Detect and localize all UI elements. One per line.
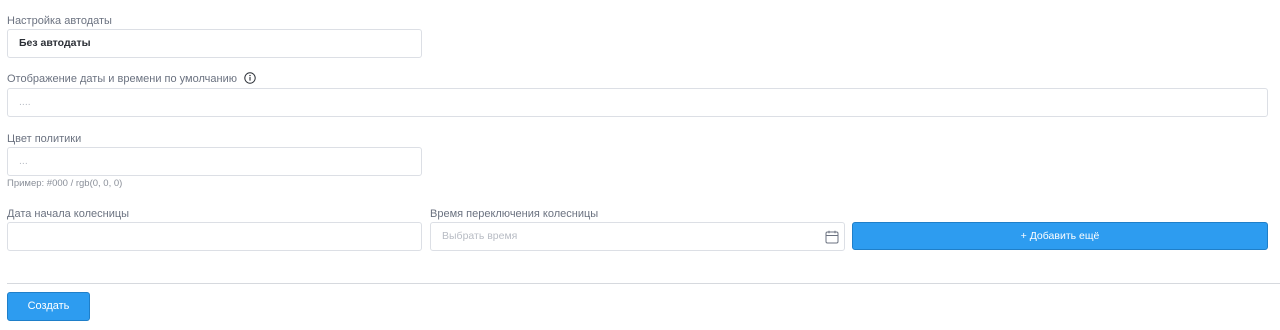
policy-color-label: Цвет политики	[7, 133, 82, 145]
autodate-select[interactable]: Без автодаты	[7, 29, 422, 58]
add-more-button[interactable]: + Добавить ещё	[852, 222, 1268, 250]
autodate-value: Без автодаты	[19, 37, 91, 49]
policy-color-placeholder: ...	[19, 155, 28, 167]
calendar-icon[interactable]	[825, 230, 839, 244]
chariot-start-date-input[interactable]	[7, 222, 422, 251]
chariot-switch-time-label: Время переключения колесницы	[430, 208, 599, 220]
policy-color-input[interactable]: ...	[7, 147, 422, 176]
create-button[interactable]: Создать	[7, 292, 90, 321]
divider	[7, 283, 1280, 284]
datetime-display-label-text: Отображение даты и времени по умолчанию	[7, 73, 237, 85]
info-icon[interactable]	[244, 72, 256, 84]
autodate-label: Настройка автодаты	[7, 15, 112, 27]
datetime-display-input[interactable]: ....	[7, 88, 1268, 117]
datetime-display-label: Отображение даты и времени по умолчанию	[7, 72, 256, 86]
chariot-start-date-label: Дата начала колесницы	[7, 208, 130, 220]
datetime-display-placeholder: ....	[19, 96, 31, 108]
policy-color-hint: Пример: #000 / rgb(0, 0, 0)	[7, 178, 123, 189]
chariot-switch-time-input[interactable]: Выбрать время	[430, 222, 845, 251]
chariot-switch-time-placeholder: Выбрать время	[442, 230, 518, 242]
